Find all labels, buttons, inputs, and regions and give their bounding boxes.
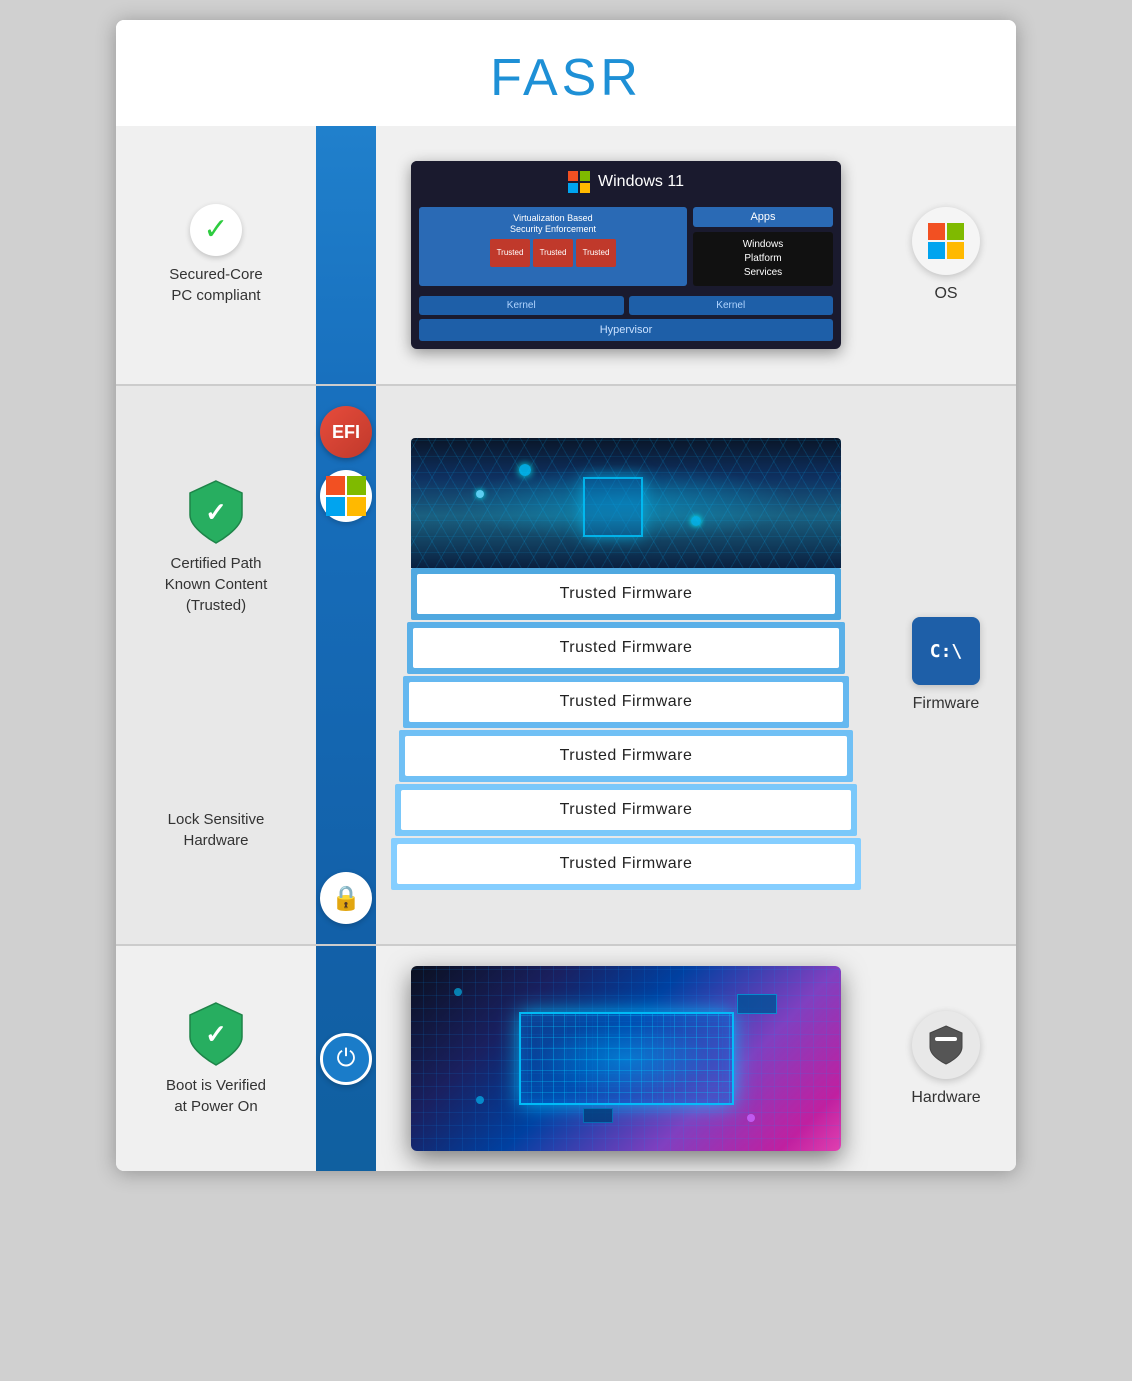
fw-layer-content-1: Trusted Firmware (417, 574, 835, 614)
wps-box: WindowsPlatformServices (693, 232, 833, 286)
microsoft-os-logo (928, 223, 964, 259)
shield-svg: ✓ (186, 479, 246, 545)
glow-dot-1 (519, 464, 531, 476)
trusted-icon-1: Trusted (490, 239, 530, 267)
page-container: FASR ✓ Secured-CorePC compliant (116, 20, 1016, 1171)
kernels-row: Kernel Kernel (411, 296, 841, 315)
hardware-right-label: Hardware (911, 1089, 980, 1107)
page-title: FASR (116, 48, 1016, 108)
lock-icon-circle: 🔒 (320, 872, 372, 924)
certified-label: Certified PathKnown Content(Trusted) (165, 553, 268, 616)
hardware-shield-badge (924, 1023, 968, 1067)
hardware-left-panel: ✓ Boot is Verifiedat Power On (116, 946, 316, 1171)
chip-rect (583, 477, 643, 537)
firmware-icon-box: C:\ (912, 617, 980, 685)
fw-layer-content-2: Trusted Firmware (413, 628, 839, 668)
lock-icon: 🔒 (331, 884, 361, 913)
efi-icon: EFI (320, 406, 372, 458)
os-right-label: OS (934, 285, 957, 303)
hardware-left-label: Boot is Verifiedat Power On (166, 1075, 266, 1117)
cmd-icon: C:\ (930, 641, 963, 662)
trusted-icon-2: Trusted (533, 239, 573, 267)
component-1 (737, 994, 777, 1014)
main-layout: ✓ Secured-CorePC compliant (116, 126, 1016, 1171)
fw-label-3: Trusted Firmware (560, 693, 693, 711)
os-right-panel: OS (876, 126, 1016, 384)
lock-label: Lock SensitiveHardware (168, 809, 265, 851)
lock-group: Lock SensitiveHardware (168, 801, 265, 851)
fw-label-2: Trusted Firmware (560, 639, 693, 657)
windows-logo-small (568, 171, 590, 193)
vbs-label: Virtualization BasedSecurity Enforcement (425, 213, 681, 235)
chip-grid (521, 1014, 732, 1103)
title-section: FASR (116, 20, 1016, 126)
trusted-icon-3: Trusted (576, 239, 616, 267)
microsoft-logo (326, 476, 366, 516)
win-right-section: Apps WindowsPlatformServices (693, 207, 833, 286)
vbs-section: Virtualization BasedSecurity Enforcement… (419, 207, 687, 286)
os-center: Windows 11 Virtualization BasedSecurity … (376, 126, 876, 384)
fw-label-1: Trusted Firmware (560, 585, 693, 603)
firmware-layer-2: Trusted Firmware (407, 622, 845, 674)
fw-label-5: Trusted Firmware (560, 801, 693, 819)
firmware-layer-6: Trusted Firmware (391, 838, 861, 890)
firmware-stack: Trusted Firmware Trusted Firmware Truste… (411, 568, 841, 892)
fw-label-6: Trusted Firmware (560, 855, 693, 873)
win-main-content: Virtualization BasedSecurity Enforcement… (411, 201, 841, 296)
shield-icon: ✓ (186, 479, 246, 545)
blue-bar-hardware: ⏻ (316, 946, 376, 1171)
firmware-center: Trusted Firmware Trusted Firmware Truste… (376, 386, 876, 944)
firmware-left-panel: ✓ Certified PathKnown Content(Trusted) L… (116, 386, 316, 944)
kernel-right: Kernel (629, 296, 834, 315)
hw-chip-body (519, 1012, 734, 1105)
cap-dot-2 (476, 1096, 484, 1104)
os-section: ✓ Secured-CorePC compliant (116, 126, 1016, 386)
component-2 (583, 1108, 613, 1123)
circuit-top-image (411, 438, 841, 568)
svg-text:✓: ✓ (205, 1019, 227, 1049)
hardware-section: ✓ Boot is Verifiedat Power On ⏻ (116, 946, 1016, 1171)
fw-layer-content-4: Trusted Firmware (405, 736, 847, 776)
hardware-right-panel: Hardware (876, 946, 1016, 1171)
hardware-shield-svg: ✓ (186, 1001, 246, 1067)
hypervisor-box: Hypervisor (419, 319, 833, 341)
checkmark-icon: ✓ (203, 215, 228, 245)
fw-layer-content-3: Trusted Firmware (409, 682, 843, 722)
glow-dot-2 (691, 516, 701, 526)
os-left-label: Secured-CorePC compliant (169, 264, 262, 306)
fw-label-4: Trusted Firmware (560, 747, 693, 765)
apps-box: Apps (693, 207, 833, 227)
os-icon-circle (912, 207, 980, 275)
power-icon-circle: ⏻ (320, 1033, 372, 1085)
blue-bar-firmware: EFI 🔒 (316, 386, 376, 944)
windows-title: Windows 11 (598, 173, 684, 191)
firmware-section: ✓ Certified PathKnown Content(Trusted) L… (116, 386, 1016, 946)
fw-layer-content-5: Trusted Firmware (401, 790, 851, 830)
firmware-layer-3: Trusted Firmware (403, 676, 849, 728)
firmware-visual: Trusted Firmware Trusted Firmware Truste… (396, 438, 856, 892)
glow-dot-3 (476, 490, 484, 498)
power-icon: ⏻ (337, 1045, 356, 1073)
hardware-shield-icon: ✓ (186, 1001, 246, 1067)
firmware-layer-1: Trusted Firmware (411, 568, 841, 620)
fw-layer-content-6: Trusted Firmware (397, 844, 855, 884)
win-title-bar: Windows 11 (411, 161, 841, 201)
firmware-right-panel: C:\ Firmware (876, 386, 1016, 944)
checkmark-circle: ✓ (190, 204, 242, 256)
vbs-icons: Trusted Trusted Trusted (425, 239, 681, 267)
firmware-right-label: Firmware (913, 695, 980, 713)
cap-dot-3 (747, 1114, 755, 1122)
hardware-center (376, 946, 876, 1171)
firmware-layer-5: Trusted Firmware (395, 784, 857, 836)
windows11-box: Windows 11 Virtualization BasedSecurity … (411, 161, 841, 349)
firmware-layer-4: Trusted Firmware (399, 730, 853, 782)
ms-logo-circle (320, 470, 372, 522)
hardware-icon-circle (912, 1011, 980, 1079)
os-left-panel: ✓ Secured-CorePC compliant (116, 126, 316, 384)
kernel-left: Kernel (419, 296, 624, 315)
blue-bar-os (316, 126, 376, 384)
hardware-chip-image (411, 966, 841, 1151)
svg-text:✓: ✓ (205, 497, 227, 527)
certified-group: ✓ Certified PathKnown Content(Trusted) (165, 479, 268, 616)
